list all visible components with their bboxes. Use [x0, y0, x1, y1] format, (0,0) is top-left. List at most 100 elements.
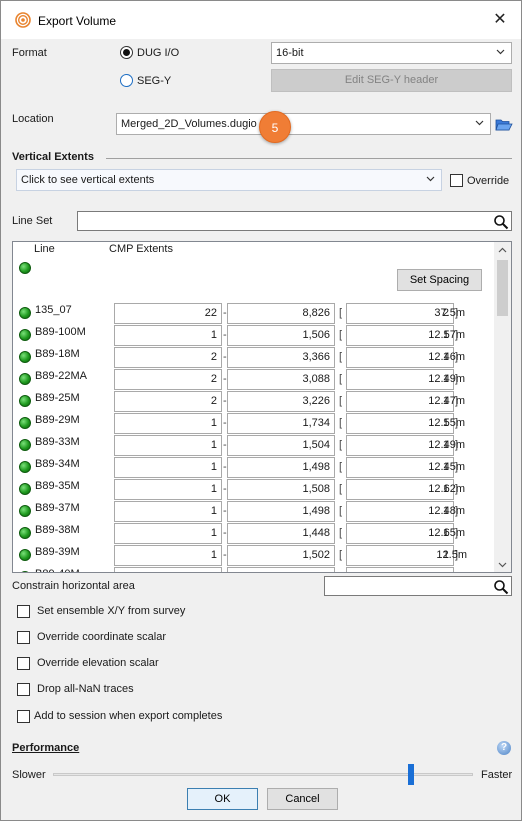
spacing-value: 37.5m: [434, 307, 465, 319]
status-ok-icon: [19, 395, 31, 407]
cmp-start-field[interactable]: 1: [114, 523, 222, 544]
cmp-end-field[interactable]: 1,448: [227, 523, 335, 544]
section-divider: [106, 158, 512, 159]
set-ensemble-xy-label: Set ensemble X/Y from survey: [37, 605, 186, 617]
override-elevation-scalar-checkbox[interactable]: [17, 657, 30, 670]
location-value: Merged_2D_Volumes.dugio: [121, 118, 257, 130]
cmp-start-field[interactable]: 1: [114, 325, 222, 346]
line-name: B89-29M: [35, 414, 80, 426]
override-checkbox[interactable]: [450, 174, 463, 187]
cancel-button[interactable]: Cancel: [267, 788, 338, 810]
vertical-extents-select[interactable]: Click to see vertical extents: [16, 169, 442, 191]
step-open-bracket: [: [339, 417, 343, 429]
line-name: B89-38M: [35, 524, 80, 536]
slower-label: Slower: [12, 769, 46, 781]
table-row: B89-25M 2-3,226[1] 12.47m: [13, 390, 495, 412]
cmp-start-field[interactable]: 2: [114, 391, 222, 412]
spacing-value: 12.46m: [428, 351, 465, 363]
location-combo[interactable]: Merged_2D_Volumes.dugio: [116, 113, 491, 135]
line-name: B89-33M: [35, 436, 80, 448]
search-icon[interactable]: [493, 579, 509, 595]
constrain-input[interactable]: [324, 576, 512, 596]
status-ok-icon: [19, 262, 31, 274]
spacing-value: 12.4..: [425, 571, 465, 572]
set-ensemble-xy-checkbox[interactable]: [17, 605, 30, 618]
set-spacing-button[interactable]: Set Spacing: [397, 269, 482, 291]
cmp-end-field[interactable]: 8,826: [227, 303, 335, 324]
line-name: B89-18M: [35, 348, 80, 360]
spacing-value: 12.49m: [428, 373, 465, 385]
ok-button[interactable]: OK: [187, 788, 258, 810]
table-row: B89-38M 1-1,448[1] 12.65m: [13, 522, 495, 544]
table-row: B89-35M 1-1,508[1] 12.62m: [13, 478, 495, 500]
edit-segy-header-button[interactable]: Edit SEG-Y header: [271, 69, 512, 92]
cmp-start-field[interactable]: 1: [114, 545, 222, 566]
help-icon[interactable]: ?: [497, 741, 511, 755]
cmp-end-field[interactable]: 3,226: [227, 391, 335, 412]
spacing-value: 12.55m: [428, 417, 465, 429]
radio-segy[interactable]: [120, 74, 133, 87]
search-icon[interactable]: [493, 214, 509, 230]
cmp-end-field[interactable]: 1,508: [227, 479, 335, 500]
spacing-value: 12.57m: [428, 329, 465, 341]
cmp-end-field[interactable]: 1,502: [227, 545, 335, 566]
step-open-bracket: [: [339, 439, 343, 451]
status-ok-icon: [19, 571, 31, 572]
cmp-start-field[interactable]: 2: [114, 347, 222, 368]
line-set-input[interactable]: [77, 211, 512, 231]
table-row: 135_07 22-8,826[2] 37.5m: [13, 302, 495, 324]
line-name: B89-25M: [35, 392, 80, 404]
cmp-start-field[interactable]: 1: [114, 479, 222, 500]
status-ok-icon: [19, 417, 31, 429]
cmp-end-field[interactable]: 3,366: [227, 347, 335, 368]
constrain-label: Constrain horizontal area: [12, 580, 135, 592]
line-name: B89-39M: [35, 546, 80, 558]
scroll-down-icon[interactable]: [498, 560, 507, 569]
table-row: B89-40M1-1,5..[1]12.4..: [13, 566, 495, 572]
table-header: Line CMP Extents: [13, 242, 495, 258]
step-open-bracket: [: [339, 527, 343, 539]
cmp-start-field[interactable]: 22: [114, 303, 222, 324]
cmp-end-field[interactable]: 1,504: [227, 435, 335, 456]
spacing-value: 12.5m: [436, 549, 467, 561]
open-folder-icon[interactable]: [495, 115, 513, 133]
spacing-value: 12.47m: [428, 395, 465, 407]
bit-depth-select[interactable]: 16-bit: [271, 42, 512, 64]
line-name: B89-37M: [35, 502, 80, 514]
cmp-start-field[interactable]: 1: [114, 457, 222, 478]
cmp-start-field[interactable]: 1: [114, 413, 222, 434]
location-label: Location: [12, 113, 54, 125]
cmp-end-field[interactable]: 1,734: [227, 413, 335, 434]
cmp-start-field[interactable]: 1: [114, 501, 222, 522]
scroll-up-icon[interactable]: [498, 246, 507, 255]
cmp-end-field[interactable]: 1,498: [227, 501, 335, 522]
cmp-step-field[interactable]: 1: [346, 567, 454, 572]
scroll-thumb[interactable]: [497, 260, 508, 316]
status-ok-icon: [19, 549, 31, 561]
format-label: Format: [12, 47, 47, 59]
cmp-start-field[interactable]: 1: [114, 567, 222, 572]
window-title: Export Volume: [38, 14, 117, 28]
line-name: B89-35M: [35, 480, 80, 492]
chevron-down-icon: [426, 176, 435, 182]
cmp-end-field[interactable]: 1,506: [227, 325, 335, 346]
step-open-bracket: [: [339, 549, 343, 561]
cmp-end-field[interactable]: 1,5..: [227, 567, 335, 572]
cmp-start-field[interactable]: 1: [114, 435, 222, 456]
add-to-session-checkbox[interactable]: [17, 710, 30, 723]
table-row: B89-33M 1-1,504[1] 12.49m: [13, 434, 495, 456]
bit-depth-value: 16-bit: [276, 47, 304, 59]
performance-slider-thumb[interactable]: [408, 764, 414, 785]
status-ok-icon: [19, 527, 31, 539]
cmp-end-field[interactable]: 3,088: [227, 369, 335, 390]
override-coordinate-scalar-checkbox[interactable]: [17, 631, 30, 644]
line-name: 135_07: [35, 304, 72, 316]
cmp-start-field[interactable]: 2: [114, 369, 222, 390]
drop-nan-traces-checkbox[interactable]: [17, 683, 30, 696]
step-open-bracket: [: [339, 395, 343, 407]
close-icon[interactable]: ✕: [491, 11, 509, 29]
radio-dug-io[interactable]: [120, 46, 133, 59]
line-name: B89-22MA: [35, 370, 87, 382]
cmp-end-field[interactable]: 1,498: [227, 457, 335, 478]
table-scrollbar[interactable]: [494, 242, 511, 572]
